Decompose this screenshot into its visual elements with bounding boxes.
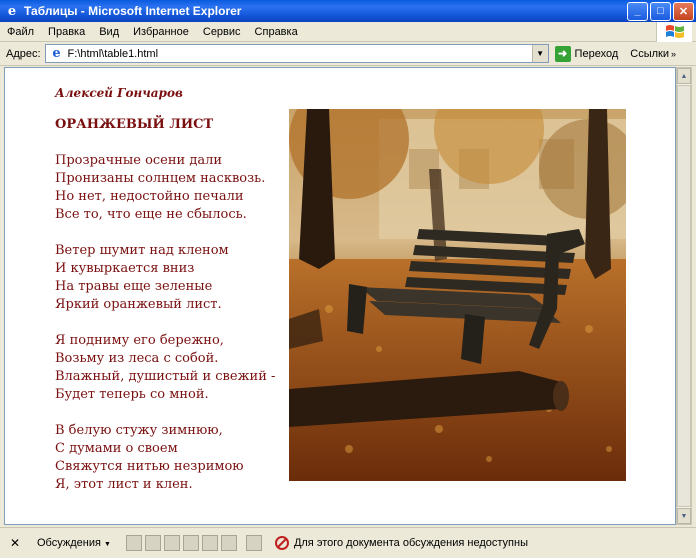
minimize-icon: _ xyxy=(634,5,641,17)
poem-line: В белую стужу зимнюю, xyxy=(55,423,223,438)
discussion-bar: ✕ Обсуждения ▼ Для этого документа обсуж… xyxy=(0,527,696,558)
stanza: В белую стужу зимнюю, С думами о своем С… xyxy=(55,422,295,494)
address-dropdown-button[interactable]: ▼ xyxy=(531,45,548,62)
poem-line: Прозрачные осени дали xyxy=(55,153,223,168)
menu-bar: Файл Правка Вид Избранное Сервис Справка xyxy=(0,22,696,42)
menu-edit[interactable]: Правка xyxy=(41,26,92,38)
poem-line: Влажный, душистый и свежий - xyxy=(55,369,276,384)
stanza: Прозрачные осени дали Пронизаны солнцем … xyxy=(55,152,295,224)
address-label: Адрес: xyxy=(6,47,41,60)
collapse-discussions-icon[interactable] xyxy=(182,535,199,551)
discussion-toolbar xyxy=(125,535,265,551)
insert-discussion-about-doc-icon[interactable] xyxy=(144,535,161,551)
chevron-down-icon: ▼ xyxy=(536,49,544,58)
autumn-bench-photo xyxy=(289,109,626,481)
expand-discussions-icon[interactable] xyxy=(163,535,180,551)
poem-line: Свяжутся нитью незримою xyxy=(55,459,244,474)
go-button[interactable]: ➜ Переход xyxy=(554,45,619,62)
insert-discussion-icon[interactable] xyxy=(125,535,142,551)
poem-line: Яркий оранжевый лист. xyxy=(55,297,222,312)
poem-line: Все то, что еще не сбылось. xyxy=(55,207,247,222)
chevron-down-icon: ▼ xyxy=(104,541,111,548)
poem-line: И кувыркается вниз xyxy=(55,261,195,276)
next-discussion-icon[interactable] xyxy=(220,535,237,551)
windows-logo xyxy=(656,22,692,42)
windows-logo-icon xyxy=(665,25,684,38)
maximize-icon: □ xyxy=(657,5,664,17)
page-viewport: Алексей Гончаров ОРАНЖЕВЫЙ ЛИСТ Прозрачн… xyxy=(4,67,676,525)
discussions-label: Обсуждения xyxy=(37,537,101,549)
previous-discussion-icon[interactable] xyxy=(201,535,218,551)
go-arrow-icon: ➜ xyxy=(554,45,571,62)
title-bar: e Таблицы - Microsoft Internet Explorer … xyxy=(0,0,696,22)
poem-line: Будет теперь со мной. xyxy=(55,387,209,402)
go-label: Переход xyxy=(574,47,619,60)
chevron-right-icon: » xyxy=(670,48,676,59)
scroll-up-button[interactable]: ▲ xyxy=(677,68,691,84)
status-message: Для этого документа обсуждения недоступн… xyxy=(293,537,528,549)
menu-tools[interactable]: Сервис xyxy=(196,26,248,38)
stanza: Я подниму его бережно, Возьму из леса с … xyxy=(55,332,295,404)
poem-line: Ветер шумит над кленом xyxy=(55,243,229,258)
address-bar: Адрес: e F:\html\table1.html ▼ ➜ Переход… xyxy=(0,42,696,66)
links-label: Ссылки xyxy=(630,47,669,60)
menu-file[interactable]: Файл xyxy=(0,26,41,38)
menu-help[interactable]: Справка xyxy=(248,26,305,38)
stop-icon xyxy=(274,536,289,550)
menu-view[interactable]: Вид xyxy=(92,26,126,38)
poem-title: ОРАНЖЕВЫЙ ЛИСТ xyxy=(55,117,214,132)
poem-line: С думами о своем xyxy=(55,441,178,456)
maximize-button[interactable]: □ xyxy=(650,1,671,21)
discussions-button[interactable]: Обсуждения ▼ xyxy=(32,536,116,550)
close-button[interactable]: ✕ xyxy=(673,1,694,21)
poem-line: Но нет, недостойно печали xyxy=(55,189,244,204)
ie-icon: e xyxy=(7,3,17,19)
chevron-down-icon: ▼ xyxy=(680,512,688,520)
window-title: Таблицы - Microsoft Internet Explorer xyxy=(24,4,242,18)
poem-column: Алексей Гончаров ОРАНЖЕВЫЙ ЛИСТ Прозрачн… xyxy=(55,84,295,512)
poem-author: Алексей Гончаров xyxy=(55,86,183,100)
address-input[interactable]: e F:\html\table1.html ▼ xyxy=(44,44,549,63)
minimize-button[interactable]: _ xyxy=(627,1,648,21)
close-discussion-button[interactable]: ✕ xyxy=(6,534,24,552)
chevron-up-icon: ▲ xyxy=(680,72,688,80)
poem-line: Я, этот лист и клен. xyxy=(55,477,193,492)
menu-favorites[interactable]: Избранное xyxy=(126,26,196,38)
poem-line: На травы еще зеленые xyxy=(55,279,213,294)
close-icon: ✕ xyxy=(9,536,21,550)
stanza: Ветер шумит над кленом И кувыркается вни… xyxy=(55,242,295,314)
scroll-down-button[interactable]: ▼ xyxy=(677,508,691,524)
address-value: F:\html\table1.html xyxy=(67,47,159,60)
poem-line: Возьму из леса с собой. xyxy=(55,351,219,366)
poem-line: Пронизаны солнцем насквозь. xyxy=(55,171,266,186)
page-icon: e xyxy=(52,46,61,61)
close-icon: ✕ xyxy=(678,5,689,18)
poem-line: Я подниму его бережно, xyxy=(55,333,224,348)
show-pane-icon[interactable] xyxy=(245,535,262,551)
links-button[interactable]: Ссылки » xyxy=(630,48,676,60)
vertical-scrollbar[interactable]: ▲ ▼ xyxy=(676,67,692,525)
scroll-thumb[interactable] xyxy=(677,85,691,507)
